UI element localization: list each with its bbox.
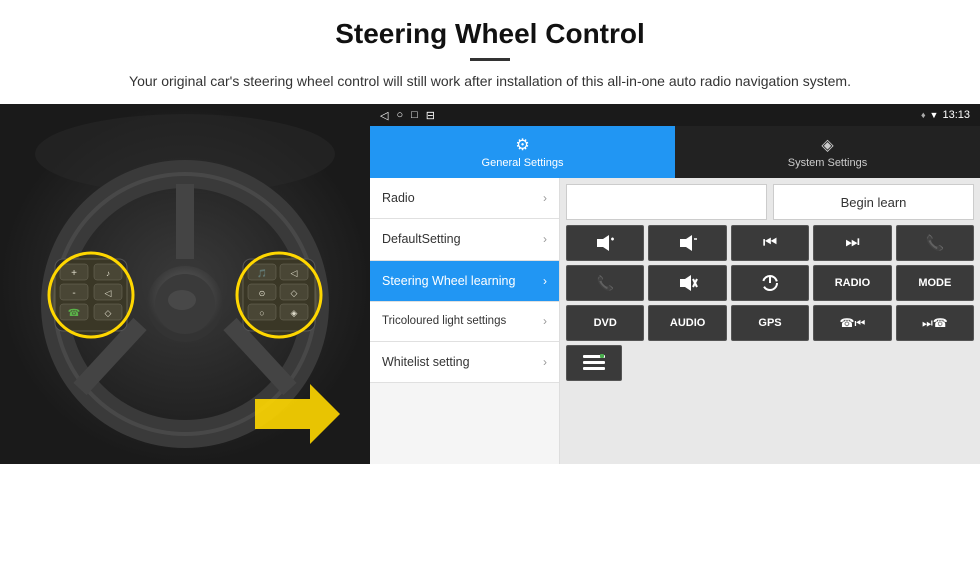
menu-item-default[interactable]: DefaultSetting › [370, 219, 559, 260]
controls-row-3: DVD AUDIO GPS ☎⏮ ⏭☎ [566, 305, 974, 341]
main-content: + - ☎ ♪ ◁ ◇ 🎵 ◁ [0, 104, 980, 464]
empty-display-box [566, 184, 767, 220]
chevron-icon: › [543, 191, 547, 205]
nav-home-icon[interactable]: ○ [396, 109, 403, 122]
tab-system-label: System Settings [788, 157, 867, 169]
tab-general-label: General Settings [482, 157, 564, 169]
list-button[interactable] [566, 345, 622, 381]
page-header: Steering Wheel Control Your original car… [0, 0, 980, 104]
control-buttons-grid: ⏮ ⏭ 📞 📞 [566, 225, 974, 381]
tab-general-settings[interactable]: ⚙ General Settings [370, 126, 675, 178]
header-subtitle: Your original car's steering wheel contr… [60, 71, 920, 92]
radio-button[interactable]: RADIO [813, 265, 891, 301]
page-title: Steering Wheel Control [60, 18, 920, 50]
power-button[interactable] [731, 265, 809, 301]
nav-back-icon[interactable]: ◁ [380, 109, 388, 122]
title-divider [470, 58, 510, 61]
clock: 13:13 [942, 109, 970, 121]
nav-menu-icon[interactable]: ⊟ [426, 109, 435, 122]
status-bar: ◁ ○ □ ⊟ ♦ ▼ 13:13 [370, 104, 980, 126]
chevron-icon: › [543, 232, 547, 246]
begin-learn-row: Begin learn [566, 184, 974, 220]
tab-system-settings[interactable]: ◈ System Settings [675, 126, 980, 178]
chevron-icon: › [543, 314, 547, 328]
dvd-button[interactable]: DVD [566, 305, 644, 341]
mute-button[interactable] [648, 265, 726, 301]
nav-square-icon[interactable]: □ [411, 109, 418, 122]
controls-row-1: ⏮ ⏭ 📞 [566, 225, 974, 261]
next-track-button[interactable]: ⏭ [813, 225, 891, 261]
phone-button[interactable]: 📞 [896, 225, 974, 261]
menu-item-radio[interactable]: Radio › [370, 178, 559, 219]
content-area: Radio › DefaultSetting › Steering Wheel … [370, 178, 980, 464]
right-panel: Begin learn ⏮ [560, 178, 980, 464]
nav-buttons: ◁ ○ □ ⊟ [380, 109, 435, 122]
left-menu: Radio › DefaultSetting › Steering Wheel … [370, 178, 560, 464]
controls-row-4 [566, 345, 974, 381]
begin-learn-button[interactable]: Begin learn [773, 184, 974, 220]
steering-wheel-image: + - ☎ ♪ ◁ ◇ 🎵 ◁ [0, 104, 370, 464]
controls-row-2: 📞 RADIO MODE [566, 265, 974, 301]
menu-item-tricoloured[interactable]: Tricoloured light settings › [370, 302, 559, 342]
menu-item-whitelist[interactable]: Whitelist setting › [370, 342, 559, 383]
phone-next-button[interactable]: ⏭☎ [896, 305, 974, 341]
chevron-icon: › [543, 274, 547, 288]
vol-up-button[interactable] [566, 225, 644, 261]
prev-track-button[interactable]: ⏮ [731, 225, 809, 261]
answer-call-button[interactable]: 📞 [566, 265, 644, 301]
mode-button[interactable]: MODE [896, 265, 974, 301]
gps-button[interactable]: GPS [731, 305, 809, 341]
wifi-icon: ▼ [930, 110, 939, 120]
location-icon: ♦ [921, 110, 926, 120]
steering-svg: + - ☎ ♪ ◁ ◇ 🎵 ◁ [0, 104, 370, 464]
chevron-icon: › [543, 355, 547, 369]
status-indicators: ♦ ▼ 13:13 [921, 109, 970, 121]
system-icon: ◈ [821, 135, 833, 155]
gear-icon: ⚙ [515, 135, 529, 155]
menu-item-steering[interactable]: Steering Wheel learning › [370, 261, 559, 302]
audio-button[interactable]: AUDIO [648, 305, 726, 341]
tab-bar: ⚙ General Settings ◈ System Settings [370, 126, 980, 178]
phone-prev-button[interactable]: ☎⏮ [813, 305, 891, 341]
android-panel: ◁ ○ □ ⊟ ♦ ▼ 13:13 ⚙ General Settings ◈ S… [370, 104, 980, 464]
vol-down-button[interactable] [648, 225, 726, 261]
